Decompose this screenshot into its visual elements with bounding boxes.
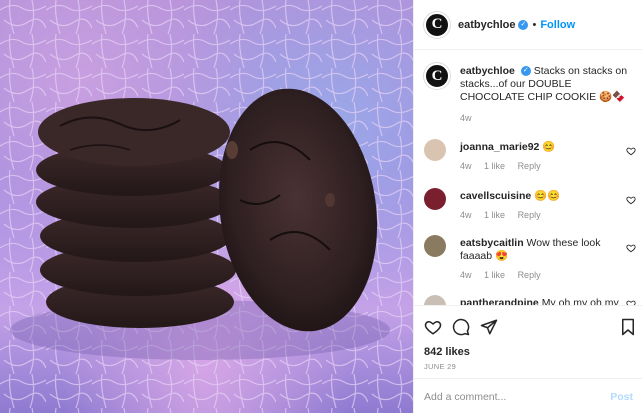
post-date: JUNE 29 [424, 362, 457, 371]
post-button[interactable]: Post [610, 391, 633, 403]
commenter-avatar[interactable] [424, 235, 446, 257]
comment-item: cavellscuisine 😊😊 4w 1 like Reply [424, 188, 636, 228]
comment-username[interactable]: cavellscuisine [460, 190, 531, 202]
caption-row: C eatbychloe ✓ Stacks on stacks on stack… [424, 63, 636, 125]
heart-icon[interactable] [626, 243, 636, 253]
commenter-avatar[interactable] [424, 188, 446, 210]
comment-text: eatsbycaitlin Wow these look faaaab 😍 [460, 237, 628, 263]
avatar[interactable]: C [424, 11, 450, 38]
post-actions: 842 likes JUNE 29 Add a comment... Post [414, 305, 642, 413]
reply-button[interactable]: Reply [518, 210, 541, 220]
comment-age: 4w [460, 270, 472, 280]
like-heart-icon[interactable] [424, 318, 442, 336]
heart-icon[interactable] [626, 146, 636, 156]
comment-username[interactable]: joanna_marie92 [460, 141, 539, 153]
post-sidebar: C eatbychloe ✓ • Follow C eatbychloe ✓ S… [413, 0, 642, 413]
comment-meta: 4w 1 like Reply [460, 161, 551, 171]
add-comment-bar: Add a comment... Post [414, 378, 642, 413]
post-photo[interactable] [0, 0, 413, 413]
comment-likes[interactable]: 1 like [484, 161, 505, 171]
comment-likes[interactable]: 1 like [484, 210, 505, 220]
caption-avatar[interactable]: C [424, 63, 450, 89]
comment-input[interactable]: Add a comment... [424, 391, 506, 403]
comment-text: joanna_marie92 😊 [460, 141, 628, 154]
comments-list[interactable]: C eatbychloe ✓ Stacks on stacks on stack… [414, 50, 642, 305]
comment-age: 4w [460, 210, 472, 220]
commenter-avatar[interactable] [424, 139, 446, 161]
comment-username[interactable]: eatsbycaitlin [460, 237, 524, 249]
heart-icon[interactable] [626, 195, 636, 205]
caption-text: eatbychloe ✓ Stacks on stacks on stacks.… [460, 65, 628, 104]
verified-badge-icon: ✓ [518, 19, 529, 30]
action-icons [424, 318, 636, 338]
caption-age: 4w [460, 113, 472, 123]
share-paper-plane-icon[interactable] [480, 318, 498, 336]
comment-likes[interactable]: 1 like [484, 270, 505, 280]
comment-text: pantherandpine My oh my oh my [460, 297, 628, 305]
caption-username[interactable]: eatbychloe [460, 65, 515, 77]
comment-item: pantherandpine My oh my oh my [424, 295, 636, 305]
comment-item: joanna_marie92 😊 4w 1 like Reply [424, 139, 636, 179]
comment-age: 4w [460, 161, 472, 171]
follow-button[interactable]: Follow [540, 19, 575, 31]
comment-meta: 4w 1 like Reply [460, 210, 551, 220]
comment-item: eatsbycaitlin Wow these look faaaab 😍 4w… [424, 235, 636, 281]
comment-meta: 4w 1 like Reply [460, 270, 551, 280]
username[interactable]: eatbychloe [458, 19, 515, 31]
comment-username[interactable]: pantherandpine [460, 297, 539, 305]
post-header: C eatbychloe ✓ • Follow [414, 0, 642, 50]
reply-button[interactable]: Reply [518, 270, 541, 280]
verified-badge-icon: ✓ [520, 66, 531, 77]
comment-text: cavellscuisine 😊😊 [460, 190, 628, 203]
likes-count[interactable]: 842 likes [424, 346, 470, 358]
comment-body: 😊😊 [534, 190, 561, 202]
reply-button[interactable]: Reply [518, 161, 541, 171]
comment-body: 😊 [542, 141, 556, 153]
comment-bubble-icon[interactable] [452, 318, 470, 336]
commenter-avatar[interactable] [424, 295, 446, 305]
bookmark-icon[interactable] [620, 318, 636, 336]
comment-body: My oh my oh my [541, 297, 619, 305]
separator-dot: • [532, 18, 537, 31]
